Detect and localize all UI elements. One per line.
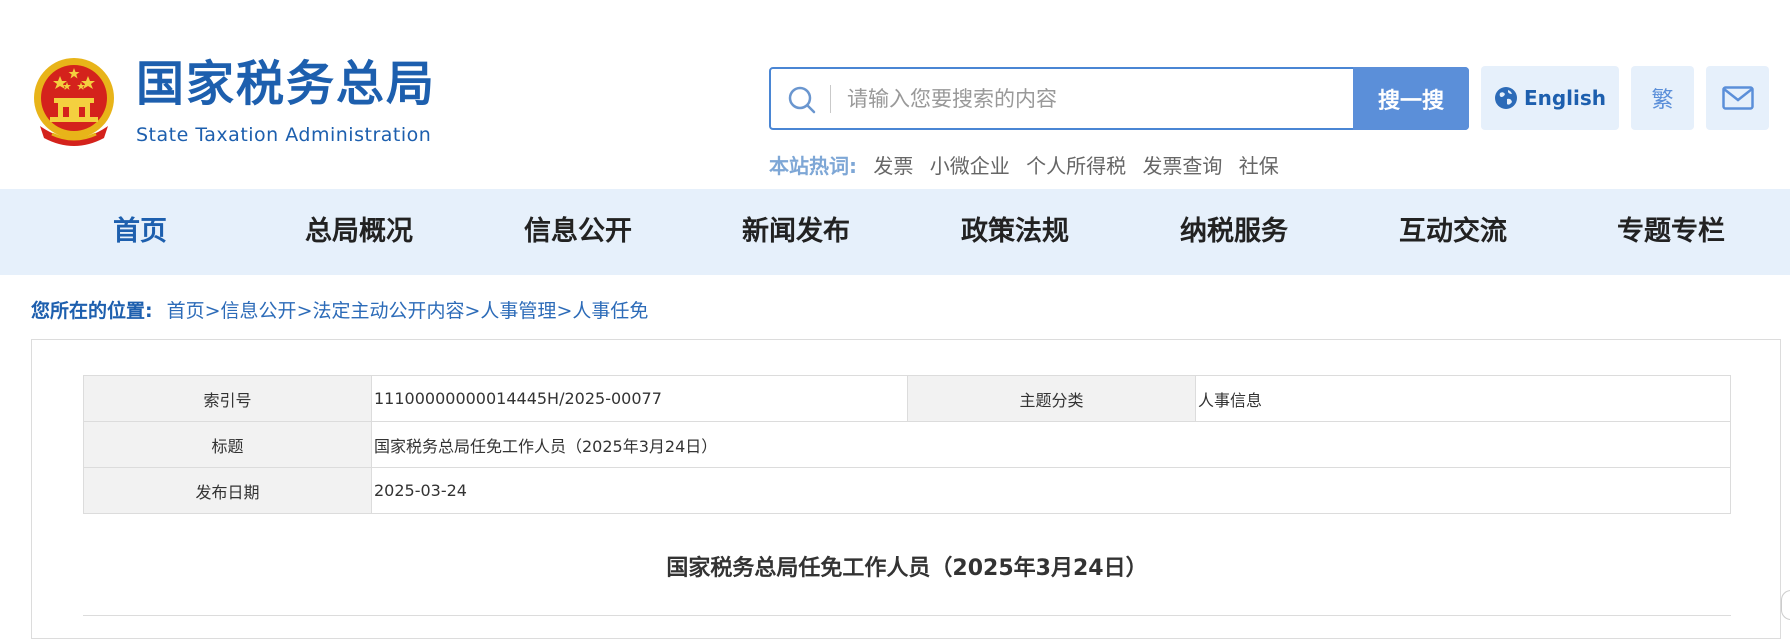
hot-word-link[interactable]: 社保 (1239, 154, 1279, 178)
table-row: 索引号 11100000000014445H/2025-00077 主题分类 人… (83, 375, 1731, 422)
national-emblem[interactable] (30, 54, 118, 146)
nav-item-home[interactable]: 首页 (113, 189, 167, 275)
index-value: 11100000000014445H/2025-00077 (371, 375, 908, 422)
nav-item-disclosure[interactable]: 信息公开 (524, 189, 632, 275)
nav-item-news[interactable]: 新闻发布 (742, 189, 850, 275)
english-label: English (1523, 86, 1607, 110)
metadata-table: 索引号 11100000000014445H/2025-00077 主题分类 人… (83, 375, 1731, 514)
hot-words-label: 本站热词: (769, 154, 857, 178)
main-nav: 首页 总局概况 信息公开 新闻发布 政策法规 纳税服务 互动交流 专题专栏 (0, 189, 1790, 275)
hot-word-link[interactable]: 发票查询 (1142, 154, 1222, 178)
breadcrumb-separator: > (204, 300, 221, 322)
logo-title-en[interactable]: State Taxation Administration (136, 124, 431, 146)
divider (83, 615, 1731, 616)
english-button[interactable]: English (1481, 66, 1619, 130)
scroll-handle[interactable] (1781, 590, 1790, 620)
traditional-chinese-button[interactable]: 繁 (1631, 66, 1694, 130)
title-label: 标题 (83, 421, 372, 468)
mail-button[interactable] (1706, 66, 1769, 130)
title-value: 国家税务总局任免工作人员（2025年3月24日） (371, 421, 1731, 468)
index-label: 索引号 (83, 375, 372, 422)
nav-item-policy[interactable]: 政策法规 (961, 189, 1069, 275)
search-icon (788, 86, 816, 114)
breadcrumb-link-home[interactable]: 首页 (167, 300, 205, 322)
hot-word-link[interactable]: 小微企业 (930, 154, 1010, 178)
breadcrumb-link-statutory[interactable]: 法定主动公开内容 (312, 300, 464, 322)
site-header: 国家税务总局 State Taxation Administration 搜一搜… (0, 0, 1790, 189)
search-divider (830, 85, 831, 113)
logo-title-cn[interactable]: 国家税务总局 (136, 60, 436, 108)
globe-icon (1494, 87, 1517, 109)
nav-item-topics[interactable]: 专题专栏 (1617, 189, 1725, 275)
nav-item-overview[interactable]: 总局概况 (305, 189, 413, 275)
breadcrumb-link-disclosure[interactable]: 信息公开 (221, 300, 297, 322)
breadcrumb-link-personnel[interactable]: 人事管理 (480, 300, 556, 322)
hot-words: 本站热词: 发票 小微企业 个人所得税 发票查询 社保 (769, 150, 1279, 179)
search-button[interactable]: 搜一搜 (1353, 67, 1469, 130)
breadcrumb-link-appointments[interactable]: 人事任免 (572, 300, 648, 322)
nav-item-interaction[interactable]: 互动交流 (1399, 189, 1507, 275)
date-value: 2025-03-24 (371, 467, 1731, 514)
content-panel: 索引号 11100000000014445H/2025-00077 主题分类 人… (31, 339, 1781, 639)
article-title: 国家税务总局任免工作人员（2025年3月24日） (666, 556, 1148, 581)
topic-label: 主题分类 (907, 375, 1196, 422)
search-input[interactable] (847, 69, 1347, 128)
breadcrumb-label: 您所在的位置: (31, 300, 153, 322)
mail-icon (1721, 86, 1754, 110)
table-row: 标题 国家税务总局任免工作人员（2025年3月24日） (83, 421, 1731, 468)
breadcrumb-separator: > (556, 300, 573, 322)
topic-value: 人事信息 (1195, 375, 1731, 422)
hot-word-link[interactable]: 个人所得税 (1026, 154, 1126, 178)
search-box: 搜一搜 (769, 67, 1469, 130)
hot-word-link[interactable]: 发票 (873, 154, 913, 178)
breadcrumb: 您所在的位置: 首页>信息公开>法定主动公开内容>人事管理>人事任免 (31, 296, 648, 323)
date-label: 发布日期 (83, 467, 372, 514)
nav-item-tax-service[interactable]: 纳税服务 (1180, 189, 1288, 275)
breadcrumb-separator: > (296, 300, 313, 322)
breadcrumb-separator: > (464, 300, 481, 322)
table-row: 发布日期 2025-03-24 (83, 467, 1731, 514)
